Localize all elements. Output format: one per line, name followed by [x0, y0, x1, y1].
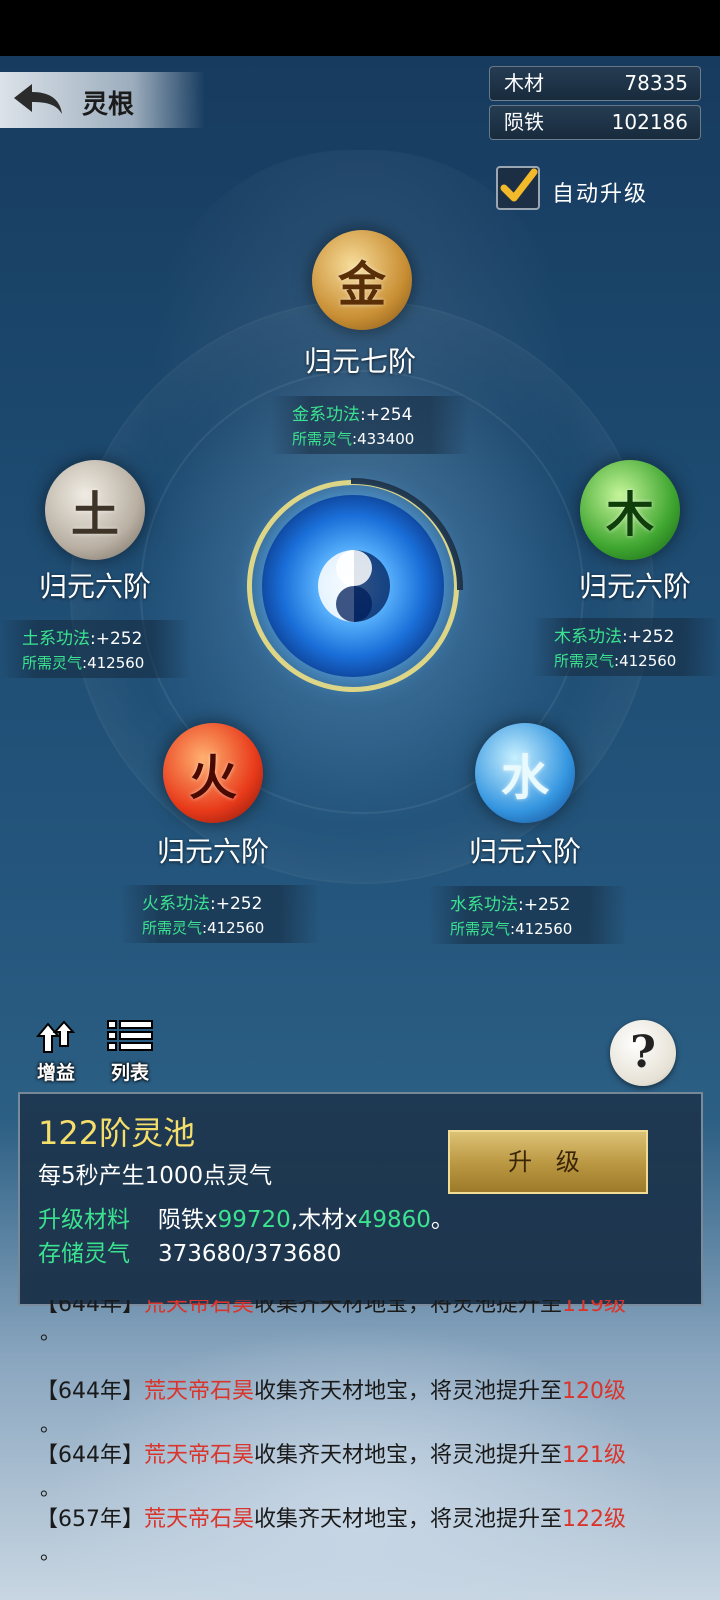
log-year: 【644年】	[36, 1300, 144, 1314]
spirit-pool-panel: 122阶灵池 每5秒产生1000点灵气 升级材料 陨铁x99720,木材x4986…	[18, 1092, 703, 1306]
log-entry: 【657年】荒天帝石昊收集齐天材地宝，将灵池提升至122级	[36, 1501, 626, 1533]
log-who: 荒天帝石昊	[144, 1300, 255, 1314]
mat-end: 。	[430, 1207, 454, 1233]
fire-stats: 火系功法:+252 所需灵气:412560	[120, 885, 320, 943]
fire-need-value: :412560	[202, 919, 265, 937]
wood-stats: 木系功法:+252 所需灵气:412560	[532, 618, 720, 676]
log-text: 收集齐天材地宝，将灵池提升至	[254, 1443, 563, 1468]
water-stage: 归元六阶	[468, 835, 581, 868]
water-stats: 水系功法:+252 所需灵气:412560	[428, 886, 628, 944]
mat2-value: 49860	[357, 1207, 431, 1233]
water-need-label: 所需灵气	[450, 920, 511, 938]
log-level: 121级	[562, 1443, 627, 1468]
resource-value: 102186	[611, 110, 688, 134]
pool-materials-row: 升级材料 陨铁x99720,木材x49860。	[38, 1200, 454, 1234]
wood-need-value: :412560	[614, 652, 677, 670]
storage-value: 373680/373680	[158, 1241, 342, 1267]
water-skill-label: 水系功法	[450, 895, 518, 915]
metal-need-label: 所需灵气	[292, 430, 353, 448]
water-need-value: :412560	[510, 920, 573, 938]
metal-stage: 归元七阶	[303, 345, 416, 378]
earth-orb[interactable]: 土	[45, 460, 145, 560]
auto-upgrade-checkbox[interactable]	[496, 166, 540, 210]
page-title: 灵根	[82, 90, 135, 120]
boost-label: 增益	[36, 1062, 75, 1084]
log-level: 122级	[562, 1507, 627, 1532]
earth-need-value: :412560	[82, 654, 145, 672]
water-skill-value: :+252	[518, 895, 571, 915]
resource-value: 78335	[624, 71, 688, 95]
wood-skill-label: 木系功法	[554, 627, 622, 647]
mat1-label: 陨铁x	[158, 1207, 218, 1233]
log-who: 荒天帝石昊	[144, 1443, 255, 1468]
earth-skill-label: 土系功法	[22, 629, 90, 649]
storage-key: 存储灵气	[38, 1241, 130, 1267]
wood-glyph: 木	[605, 487, 654, 543]
materials-key: 升级材料	[38, 1207, 130, 1233]
fire-skill-label: 火系功法	[142, 894, 210, 914]
log-period: 。	[40, 1412, 60, 1436]
auto-upgrade-label: 自动升级	[552, 182, 649, 207]
mat-sep: ,木材x	[290, 1207, 358, 1233]
fire-need-label: 所需灵气	[142, 919, 203, 937]
help-button[interactable]: ?	[610, 1020, 676, 1086]
boost-button[interactable]: 增益	[26, 1020, 86, 1085]
fire-skill-value: :+252	[210, 894, 263, 914]
pool-storage-row: 存储灵气 373680/373680	[38, 1234, 341, 1268]
status-bar	[0, 0, 720, 56]
log-text: 收集齐天材地宝，将灵池提升至	[254, 1379, 563, 1404]
earth-skill-value: :+252	[90, 629, 143, 649]
earth-stats: 土系功法:+252 所需灵气:412560	[0, 620, 190, 678]
log-who: 荒天帝石昊	[144, 1507, 255, 1532]
fire-stage: 归元六阶	[156, 835, 269, 868]
log-period: 。	[40, 1320, 60, 1344]
wood-need-label: 所需灵气	[554, 652, 615, 670]
log-entry-partial: 【644年】荒天帝石昊收集齐天材地宝，将灵池提升至119级	[36, 1300, 626, 1314]
water-orb[interactable]: 水	[475, 723, 575, 823]
wood-skill-value: :+252	[622, 627, 675, 647]
list-button[interactable]: 列表	[100, 1018, 160, 1085]
resource-iron: 陨铁 102186	[489, 105, 701, 140]
list-icon	[107, 1020, 153, 1051]
pool-desc: 每5秒产生1000点灵气	[38, 1163, 273, 1189]
back-arrow-icon[interactable]	[10, 80, 66, 120]
wood-stage: 归元六阶	[578, 570, 691, 603]
log-period: 。	[40, 1540, 60, 1564]
log-entry: 【644年】荒天帝石昊收集齐天材地宝，将灵池提升至121级	[36, 1437, 626, 1469]
fire-glyph: 火	[188, 750, 237, 806]
earth-glyph: 土	[70, 487, 119, 543]
metal-orb[interactable]: 金	[312, 230, 412, 330]
log-text: 收集齐天材地宝，将灵池提升至	[254, 1507, 563, 1532]
resource-name: 陨铁	[504, 110, 544, 134]
log-period: 。	[40, 1476, 60, 1500]
log-year: 【657年】	[36, 1507, 144, 1532]
log-who: 荒天帝石昊	[144, 1379, 255, 1404]
earth-stage: 归元六阶	[38, 570, 151, 603]
upgrade-button[interactable]: 升 级	[448, 1130, 648, 1194]
earth-need-label: 所需灵气	[22, 654, 83, 672]
yin-yang-icon	[318, 550, 390, 622]
metal-stats: 金系功法:+254 所需灵气:433400	[270, 396, 470, 454]
mat1-value: 99720	[217, 1207, 291, 1233]
log-entry: 【644年】荒天帝石昊收集齐天材地宝，将灵池提升至120级	[36, 1373, 626, 1405]
resource-name: 木材	[504, 71, 544, 95]
log-text: 收集齐天材地宝，将灵池提升至	[254, 1300, 563, 1314]
boost-arrows-icon	[35, 1020, 76, 1053]
water-glyph: 水	[500, 750, 549, 806]
fire-orb[interactable]: 火	[163, 723, 263, 823]
checkmark-icon	[500, 168, 538, 202]
metal-glyph: 金	[337, 257, 386, 313]
log-level: 120级	[562, 1379, 627, 1404]
log-year: 【644年】	[36, 1443, 144, 1468]
metal-skill-label: 金系功法	[292, 405, 360, 425]
log-year: 【644年】	[36, 1379, 144, 1404]
metal-skill-value: :+254	[360, 405, 413, 425]
wood-orb[interactable]: 木	[580, 460, 680, 560]
log-level: 119级	[562, 1300, 627, 1314]
pool-title: 122阶灵池	[38, 1114, 196, 1152]
list-label: 列表	[110, 1062, 149, 1084]
metal-need-value: :433400	[352, 430, 415, 448]
resource-wood: 木材 78335	[489, 66, 701, 101]
